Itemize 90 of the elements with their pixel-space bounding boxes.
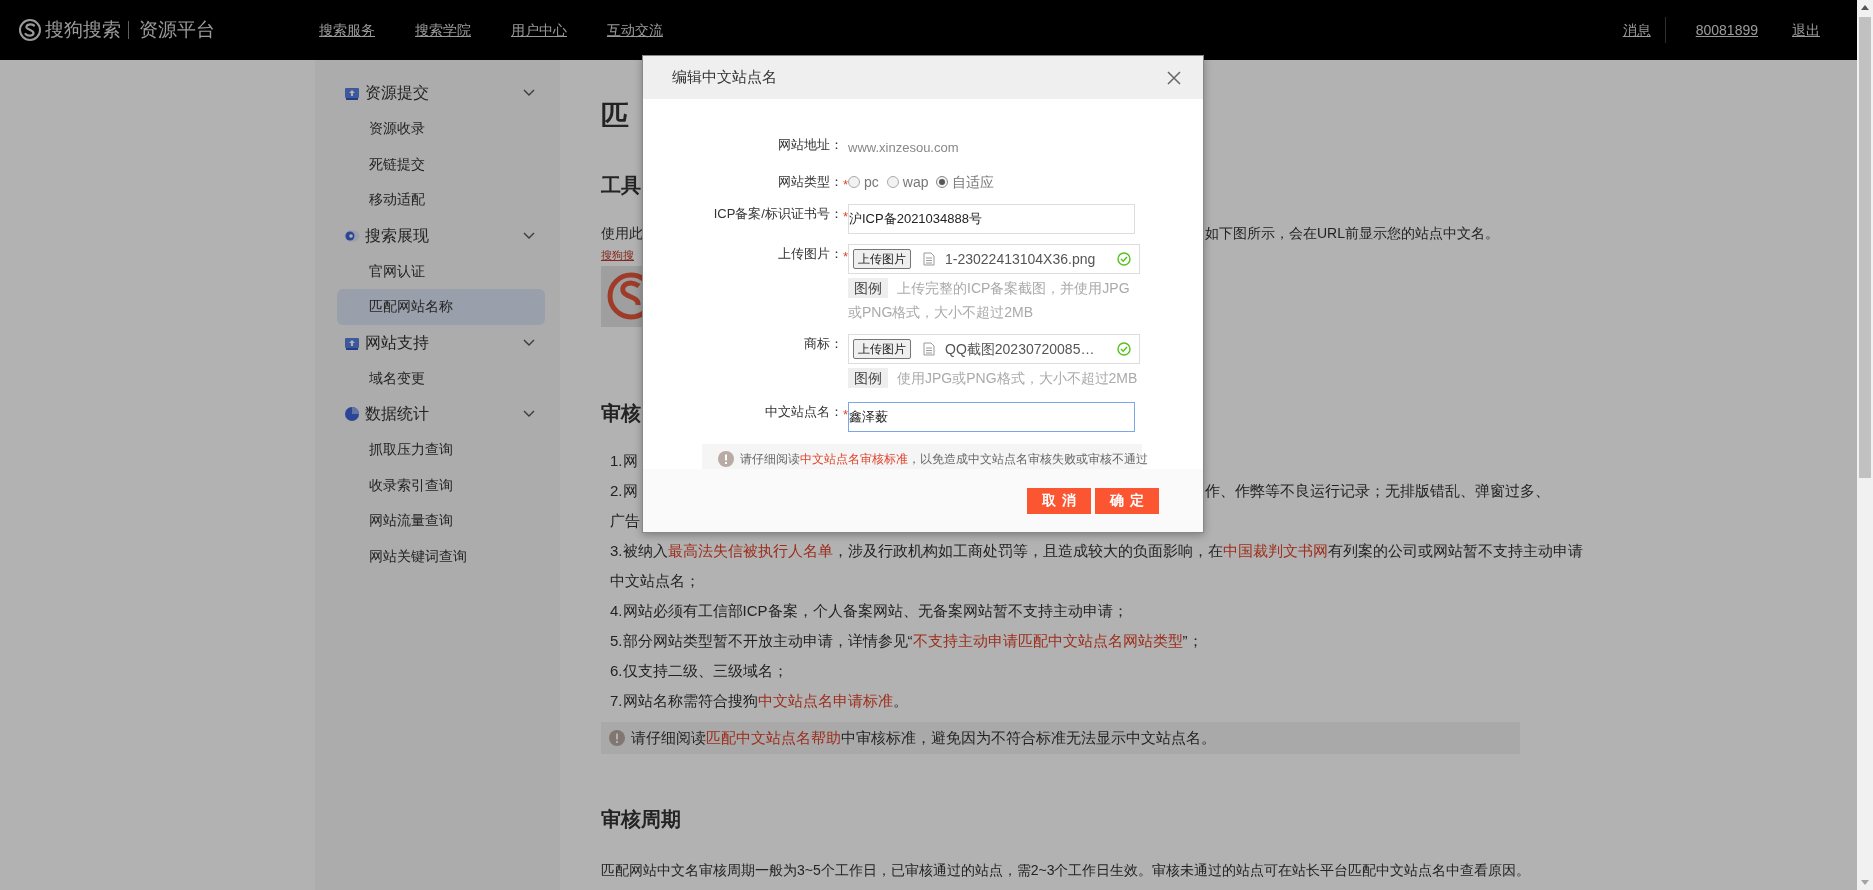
rule-text: 5.部分网站类型暂不开放主动申请，详情参见“不支持主动申请匹配中文站点名网站类型”； — [610, 632, 1203, 649]
file-icon — [923, 342, 935, 356]
hint-text: 图例 上传完整的ICP备案截图，并使用JPG或PNG格式，大小不超过2MB — [848, 277, 1131, 322]
chevron-down-icon[interactable] — [523, 231, 535, 240]
nav-link[interactable]: 搜索学院 — [415, 19, 471, 41]
input-field[interactable]: 沪ICP备2021034888号 — [848, 204, 1135, 234]
rule-text: 3.被纳入最高法失信被执行人名单，涉及行政机构如工商处罚等，且造成较大的负面影响，在中国裁判文书网有列案的公司或网站暂不支持主动申请 — [610, 542, 1583, 559]
menu-group-label[interactable]: 数据统计 — [365, 402, 429, 426]
upload-button[interactable]: 上传图片 — [853, 249, 911, 269]
link[interactable]: 最高法失信被执行人名单 — [667, 542, 833, 559]
required-mark: * — [843, 407, 849, 422]
upload-box[interactable]: 上传图片 QQ截图20230720085… — [848, 334, 1140, 364]
menu-item[interactable]: 网站关键词查询 — [337, 538, 545, 574]
required-mark: * — [843, 209, 849, 224]
menu-group-label[interactable]: 搜索展现 — [365, 223, 429, 248]
dialog-title: 编辑中文站点名 — [672, 67, 777, 88]
input-field[interactable]: 鑫泽薮 — [848, 402, 1135, 432]
section-heading: 工具 — [601, 173, 641, 198]
rule-text: 作、作弊等不良运行记录；无排版错乱、弹窗过多、 — [1205, 481, 1550, 501]
rule-text: 1.网 — [610, 451, 638, 471]
chevron-down-icon[interactable] — [523, 338, 535, 347]
menu-group-label[interactable]: 资源提交 — [365, 81, 429, 105]
menu-group-label[interactable]: 网站支持 — [365, 330, 429, 355]
menu-item[interactable]: 移动适配 — [337, 182, 545, 218]
product-name: 资源平台 — [139, 17, 215, 42]
link[interactable]: 中国裁判文书网 — [1222, 542, 1328, 559]
link[interactable]: 中文站点名审核标准 — [800, 452, 908, 466]
rule-text: 6.仅支持二级、三级域名； — [610, 662, 788, 679]
rule-text: 2.网 — [610, 481, 638, 501]
field-label: 中文站点名： — [764, 403, 843, 421]
logout-link[interactable]: 退出 — [1792, 19, 1820, 41]
file-name: QQ截图20230720085… — [945, 339, 1095, 359]
menu-item[interactable]: 死链提交 — [337, 146, 545, 182]
info-icon — [609, 730, 625, 746]
info-icon — [718, 451, 734, 467]
field-value: www.xinzesou.com — [848, 140, 959, 155]
intro-text: 如下图所示，会在URL前显示您的站点中文名。 — [1205, 224, 1499, 243]
field-label: 网站类型： — [777, 173, 843, 191]
hint-text: 图例 使用JPG或PNG格式，大小不超过2MB — [848, 366, 1141, 390]
tip-text: 请仔细阅读匹配中文站点名帮助中审核标准，避免因为不符合标准无法显示中文站点名。 — [631, 727, 1216, 748]
rule-text: 广告 — [610, 511, 640, 531]
field-label: ICP备案/标识证书号： — [712, 205, 843, 223]
menu-item[interactable]: 域名变更 — [337, 360, 545, 396]
required-mark: * — [843, 177, 849, 192]
notice-text: 请仔细阅读中文站点名审核标准，以免造成中文站点名审核失败或审核不通过 — [740, 451, 1148, 468]
section-heading: 审核 — [601, 401, 641, 426]
pie-chart-icon — [344, 406, 360, 422]
link[interactable]: 不支持主动申请匹配中文站点名网站类型 — [912, 632, 1183, 649]
messages-link[interactable]: 消息 — [1622, 19, 1651, 41]
menu-item[interactable]: 抓取压力查询 — [337, 432, 545, 468]
logo-icon — [601, 266, 643, 327]
brand-name: 搜狗搜索 — [45, 17, 121, 42]
menu-item[interactable]: 官网认证 — [337, 253, 545, 289]
required-mark: * — [843, 249, 849, 264]
rule-text: 中文站点名； — [610, 572, 700, 589]
close-icon[interactable] — [1167, 70, 1181, 85]
chevron-down-icon[interactable] — [523, 89, 535, 97]
file-icon — [923, 252, 935, 266]
nav-link[interactable]: 互动交流 — [607, 19, 663, 41]
field-label: 上传图片： — [777, 245, 843, 263]
upload-button[interactable]: 上传图片 — [853, 339, 911, 359]
user-id[interactable]: 80081899 — [1695, 19, 1758, 41]
radio-button[interactable] — [886, 176, 899, 188]
radio-button[interactable] — [936, 176, 949, 188]
field-label: 网站地址： — [777, 136, 843, 154]
nav-link[interactable]: 用户中心 — [511, 19, 567, 41]
file-name: 1-23022413104X36.png — [945, 249, 1096, 269]
cycle-text: 匹配网站中文名审核周期一般为3~5个工作日，已审核通过的站点，需2~3个工作日生效。审核未通过的站点可在站长平台匹配中文站点名中查看原因。 — [601, 861, 1532, 880]
field-label: 商标： — [803, 335, 843, 353]
menu-item[interactable]: 匹配网站名称 — [337, 289, 545, 325]
intro-text: 使用此 — [601, 224, 643, 243]
radio-button[interactable] — [848, 176, 860, 188]
rule-text: 4.网站必须有工信部ICP备案，个人备案网站、无备案网站暂不支持主动申请； — [610, 602, 1128, 619]
menu-item[interactable]: 资源收录 — [337, 111, 545, 147]
menu-item[interactable]: 网站流量查询 — [337, 503, 545, 539]
page-title: 匹 — [601, 99, 629, 133]
radio-label: wap — [902, 172, 929, 192]
radio-label: pc — [864, 172, 879, 192]
chevron-down-icon[interactable] — [523, 410, 535, 418]
link[interactable]: 中文站点名申请标准 — [757, 692, 893, 709]
logo-icon — [18, 18, 42, 42]
upload-icon — [344, 85, 360, 101]
rule-text: 7.网站名称需符合搜狗中文站点名申请标准。 — [610, 692, 908, 709]
menu-item[interactable]: 收录索引查询 — [337, 467, 545, 503]
nav-link[interactable]: 搜索服务 — [319, 19, 375, 41]
example-link[interactable]: 搜狗搜 — [601, 249, 634, 261]
eye-icon — [344, 227, 360, 244]
radio-label: 自适应 — [952, 172, 995, 192]
section-heading: 审核周期 — [601, 807, 681, 832]
upload-box[interactable]: 上传图片 1-23022413104X36.png — [848, 244, 1140, 274]
